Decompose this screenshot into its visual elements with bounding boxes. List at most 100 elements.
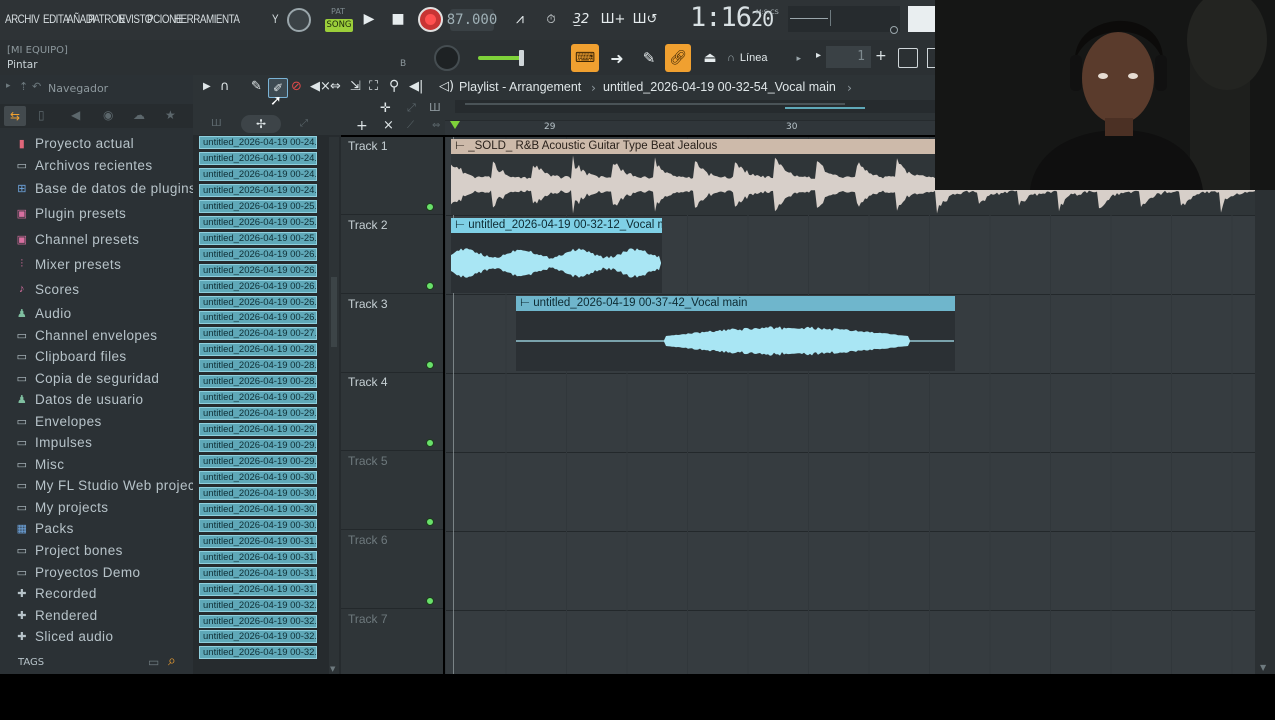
picker-clip-item[interactable]: untitled_2026-04-19 00-28... bbox=[199, 343, 317, 357]
track-mute-led[interactable] bbox=[426, 518, 434, 527]
browser-item[interactable]: ▦ Packs bbox=[15, 518, 74, 538]
all-filter-button[interactable]: ⇆ bbox=[4, 106, 26, 126]
picker-clip-item[interactable]: untitled_2026-04-19 00-30... bbox=[199, 502, 317, 516]
mixer-button[interactable] bbox=[898, 48, 918, 68]
track-tool-a[interactable]: ⟋ bbox=[407, 120, 414, 131]
browser-item[interactable]: ▭ Archivos recientes bbox=[15, 155, 153, 175]
picker-clip-item[interactable]: untitled_2026-04-19 00-31... bbox=[199, 582, 317, 596]
track-name[interactable]: Track 4 bbox=[348, 375, 388, 389]
auto-scroll-icon[interactable]: ✛ bbox=[380, 101, 391, 116]
browser-item[interactable]: ▭ My projects bbox=[15, 497, 108, 517]
picker-clip-item[interactable]: untitled_2026-04-19 00-29... bbox=[199, 439, 317, 453]
magnet-tool-icon[interactable]: ∩ bbox=[220, 79, 230, 94]
picker-clip-item[interactable]: untitled_2026-04-19 00-26... bbox=[199, 295, 317, 309]
slip-tool-icon[interactable]: ⇔ bbox=[330, 79, 341, 94]
picker-clip-item[interactable]: untitled_2026-04-19 00-31... bbox=[199, 566, 317, 580]
clip-header[interactable]: ⊢ untitled_2026-04-19 00-32-12_Vocal mai… bbox=[451, 218, 662, 233]
picker-clip-item[interactable]: untitled_2026-04-19 00-26... bbox=[199, 263, 317, 277]
picker-clip-item[interactable]: untitled_2026-04-19 00-24... bbox=[199, 167, 317, 181]
browser-item[interactable]: ✚ Recorded bbox=[15, 583, 97, 603]
browser-item[interactable]: ▣ Channel presets bbox=[15, 229, 139, 249]
track-name[interactable]: Track 5 bbox=[348, 454, 388, 468]
playhead-marker[interactable] bbox=[450, 121, 460, 129]
browser-item[interactable]: ▭ Clipboard files bbox=[15, 346, 127, 366]
step-seq-icon[interactable]: Ш bbox=[429, 101, 441, 114]
picker-clip-item[interactable]: untitled_2026-04-19 00-30... bbox=[199, 518, 317, 532]
song-mode-toggle[interactable]: SONG bbox=[325, 19, 353, 32]
stop-button[interactable]: ■ bbox=[386, 7, 410, 31]
picker-clip-item[interactable]: untitled_2026-04-19 00-29... bbox=[199, 423, 317, 437]
track-name[interactable]: Track 7 bbox=[348, 612, 388, 626]
pattern-icon-a[interactable]: Ш bbox=[211, 118, 222, 129]
tempo-display[interactable]: 87.000 bbox=[447, 9, 497, 31]
add-track-icon[interactable]: + bbox=[356, 118, 368, 134]
expand-arrow-icon[interactable]: ▶ bbox=[203, 81, 211, 92]
add-pattern-icon[interactable]: + bbox=[875, 48, 887, 64]
file-filter-icon[interactable]: ▯ bbox=[38, 108, 45, 122]
master-pitch-knob[interactable] bbox=[287, 8, 311, 32]
metronome-button[interactable]: ⩘ bbox=[508, 7, 532, 31]
menu-edit[interactable]: EDITA bbox=[43, 12, 69, 26]
folder-small-icon[interactable]: ▭ bbox=[148, 655, 159, 669]
picker-clip-item[interactable]: untitled_2026-04-19 00-28... bbox=[199, 359, 317, 373]
track-name[interactable]: Track 6 bbox=[348, 533, 388, 547]
channel-rack-button[interactable] bbox=[927, 48, 935, 68]
picker-clip-item[interactable]: untitled_2026-04-19 00-24... bbox=[199, 151, 317, 165]
picker-clip-item[interactable]: untitled_2026-04-19 00-30... bbox=[199, 486, 317, 500]
main-pitch-slider[interactable] bbox=[478, 56, 522, 60]
picker-clip-item[interactable]: untitled_2026-04-19 00-25... bbox=[199, 199, 317, 213]
pencil-tool-icon[interactable]: ✎ bbox=[251, 79, 262, 94]
browser-item[interactable]: ▣ Plugin presets bbox=[15, 203, 126, 223]
browser-item[interactable]: ✚ Sliced audio bbox=[15, 626, 113, 646]
picker-clip-item[interactable]: untitled_2026-04-19 00-28... bbox=[199, 375, 317, 389]
automation-filter-icon[interactable]: ⤢ bbox=[300, 118, 308, 129]
typing-keyboard-button[interactable]: ⌨ bbox=[571, 44, 599, 72]
audio-clips-filter[interactable]: ✢ bbox=[241, 115, 281, 133]
menu-tools[interactable]: HERRAMIENTA bbox=[174, 12, 240, 26]
speaker-icon[interactable]: ◁) bbox=[439, 79, 454, 94]
clip-header[interactable]: ⊢ untitled_2026-04-19 00-37-42_Vocal mai… bbox=[516, 296, 955, 311]
browser-item[interactable]: ♟ Audio bbox=[15, 303, 72, 323]
expand-icon[interactable]: ▸ bbox=[6, 81, 11, 91]
track-name[interactable]: Track 2 bbox=[348, 218, 388, 232]
scroll-down-icon[interactable]: ▼ bbox=[1260, 663, 1266, 672]
delete-tool-icon[interactable]: ⊘ bbox=[291, 79, 302, 94]
browser-item[interactable]: ▭ Impulses bbox=[15, 432, 92, 452]
cloud-filter-icon[interactable]: ☁ bbox=[133, 108, 145, 122]
main-volume-knob[interactable] bbox=[434, 45, 460, 71]
loop-record-button[interactable]: Ш↺ bbox=[632, 7, 658, 31]
playlist-grid[interactable]: ⊢ _SOLD_ R&B Acoustic Guitar Type Beat J… bbox=[445, 137, 1255, 674]
picker-clip-item[interactable]: untitled_2026-04-19 00-29... bbox=[199, 455, 317, 468]
browser-item[interactable]: ♟ Datos de usuario bbox=[15, 389, 143, 409]
pitch-slider-handle[interactable] bbox=[519, 50, 524, 66]
blend-notes-button[interactable]: Ш+ bbox=[600, 7, 626, 31]
output-button[interactable]: ⏏ bbox=[697, 44, 723, 72]
picker-clip-item[interactable]: untitled_2026-04-19 00-31... bbox=[199, 550, 317, 564]
diag-icon[interactable]: ⤢ bbox=[407, 101, 416, 115]
browser-item[interactable]: ▭ Proyectos Demo bbox=[15, 562, 140, 582]
arrow-up-icon[interactable]: ⇡ bbox=[19, 80, 28, 93]
picker-clip-item[interactable]: untitled_2026-04-19 00-27... bbox=[199, 327, 317, 341]
pat-label[interactable]: PAT bbox=[331, 7, 345, 16]
timeline-ruler[interactable]: 29 30 bbox=[445, 120, 935, 135]
track-mute-led[interactable] bbox=[426, 439, 434, 448]
picker-clip-item[interactable]: untitled_2026-04-19 00-26... bbox=[199, 279, 317, 293]
track-tool-b[interactable]: ⇔ bbox=[432, 120, 440, 131]
step-edit-button[interactable]: ➜ bbox=[603, 44, 631, 72]
select-tool-icon[interactable]: ⛶ bbox=[369, 79, 378, 94]
undo-icon[interactable]: ↶ bbox=[32, 80, 41, 93]
picker-clip-item[interactable]: untitled_2026-04-19 00-32... bbox=[199, 630, 317, 644]
tags-label[interactable]: TAGS bbox=[18, 657, 44, 668]
play-button[interactable]: ▶ bbox=[357, 7, 381, 31]
playlist-vscroll[interactable]: ▼ bbox=[1255, 137, 1275, 674]
browser-item[interactable]: ▭ Envelopes bbox=[15, 411, 102, 431]
search-icon[interactable]: ⌕ bbox=[168, 653, 176, 669]
clip-vocal-2[interactable]: ⊢ untitled_2026-04-19 00-37-42_Vocal mai… bbox=[516, 296, 955, 371]
picker-clip-item[interactable]: untitled_2026-04-19 00-32... bbox=[199, 614, 317, 628]
countdown-button[interactable]: 3̲2 bbox=[568, 7, 594, 31]
clip-vocal-1[interactable]: ⊢ untitled_2026-04-19 00-32-12_Vocal mai… bbox=[451, 218, 662, 293]
track-mute-led[interactable] bbox=[426, 281, 434, 290]
picker-clip-item[interactable]: untitled_2026-04-19 00-30... bbox=[199, 470, 317, 484]
track-mute-led[interactable] bbox=[426, 360, 434, 369]
star-filter-icon[interactable]: ★ bbox=[165, 108, 176, 122]
